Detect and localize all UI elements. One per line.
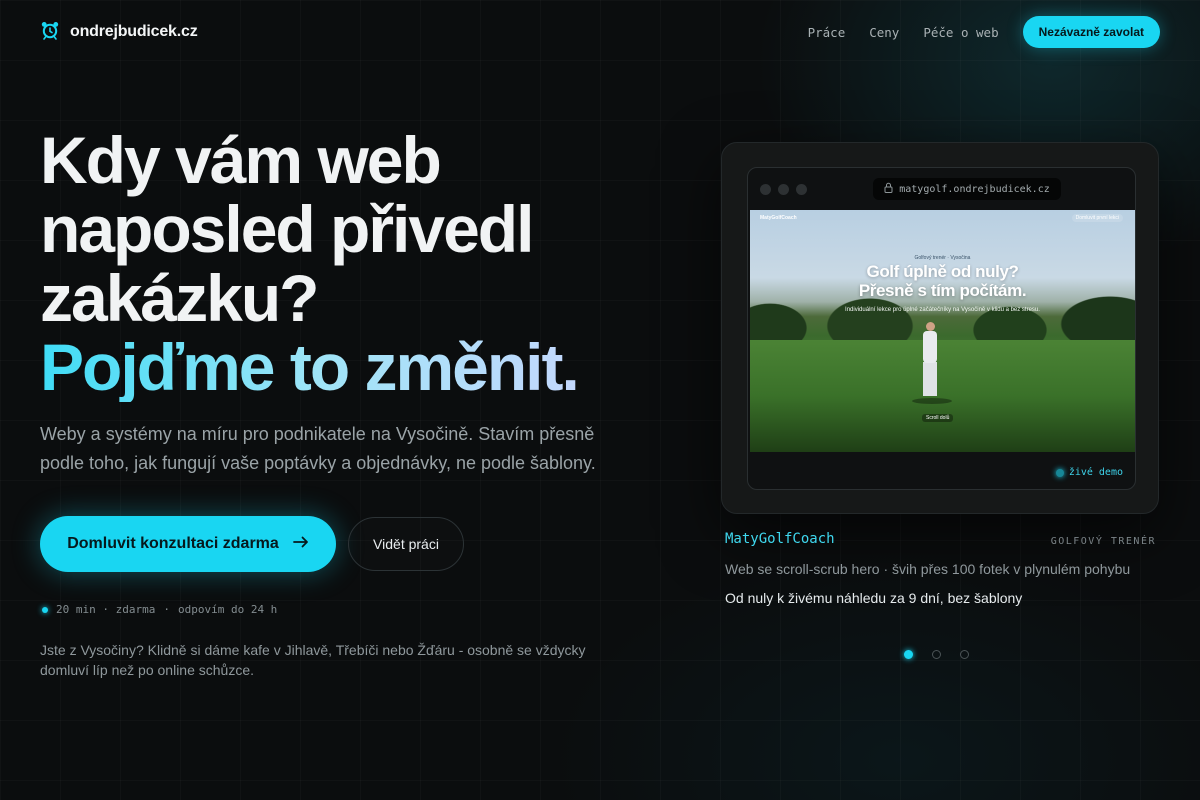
window-dot: [760, 184, 771, 195]
window-dot: [778, 184, 789, 195]
carousel-dot[interactable]: [932, 650, 941, 659]
carousel-dot[interactable]: [904, 650, 913, 659]
site-header: ondrejbudicek.cz Práce Ceny Péče o web N…: [0, 0, 1200, 64]
main-nav: Práce Ceny Péče o web Nezávazně zavolat: [808, 16, 1160, 48]
preview-cta: Domluvit první lekci: [1071, 214, 1123, 222]
meta-duration: 20 min · zdarma: [56, 603, 156, 616]
project-category: GOLFOVÝ TRENÉR: [1050, 536, 1156, 547]
preview-scroll-button: Scroll dolů: [922, 414, 954, 422]
live-dot: [1055, 468, 1064, 477]
arrow-right-icon: [292, 535, 309, 553]
project-showcase-card[interactable]: matygolf.ondrejbudicek.cz MatyGolfCoach …: [721, 142, 1159, 514]
consultation-meta: 20 min · zdarma · odpovím do 24 h: [42, 603, 277, 616]
preview-kicker: Golfový trenér · Vysočina: [914, 255, 971, 261]
golfer-figure: [912, 322, 952, 404]
window-controls: [760, 184, 807, 195]
book-consultation-label: Domluvit konzultaci zdarma: [67, 535, 279, 552]
lock-icon: [884, 182, 893, 196]
hero-title-line-2: naposled přivedl: [40, 192, 534, 266]
hero-title-line-1: Kdy vám web: [40, 123, 442, 197]
hero-title: Kdy vám web naposled přivedl zakázku? Po…: [40, 126, 660, 402]
site-preview-screenshot[interactable]: MatyGolfCoach Domluvit první lekci Golfo…: [750, 210, 1135, 452]
local-meeting-note: Jste z Vysočiny? Klidně si dáme kafe v J…: [40, 642, 586, 678]
browser-toolbar: matygolf.ondrejbudicek.cz: [748, 168, 1135, 210]
project-name[interactable]: MatyGolfCoach: [725, 531, 835, 547]
nav-link-ceny[interactable]: Ceny: [869, 25, 899, 40]
hero-title-line-3: zakázku?: [40, 261, 319, 335]
hero-title-accent: Pojďme to změnit.: [40, 333, 660, 402]
url-text: matygolf.ondrejbudicek.cz: [899, 183, 1050, 195]
nav-link-pece-o-web[interactable]: Péče o web: [923, 25, 998, 40]
book-consultation-button[interactable]: Domluvit konzultaci zdarma: [40, 516, 336, 572]
call-cta-button[interactable]: Nezávazně zavolat: [1022, 16, 1160, 48]
live-demo-badge[interactable]: živé demo: [1055, 467, 1123, 478]
meta-separator: ·: [163, 603, 170, 616]
carousel-dots: [904, 650, 969, 659]
meta-response: odpovím do 24 h: [177, 603, 278, 616]
browser-mockup: matygolf.ondrejbudicek.cz MatyGolfCoach …: [747, 167, 1136, 490]
preview-brand: MatyGolfCoach: [760, 215, 797, 221]
hero-subtitle: Weby a systémy na míru pro podnikatele n…: [40, 424, 596, 473]
window-dot: [796, 184, 807, 195]
live-demo-label: živé demo: [1068, 467, 1123, 478]
alarm-clock-icon: [40, 20, 60, 45]
nav-link-prace[interactable]: Práce: [808, 25, 846, 40]
preview-title: Golf úplně od nuly? Přesně s tím počítám…: [858, 262, 1027, 300]
site-name: ondrejbudicek.cz: [70, 23, 198, 40]
logo[interactable]: ondrejbudicek.cz: [40, 20, 198, 45]
carousel-dot[interactable]: [960, 650, 969, 659]
preview-description: Individuální lekce pro úplné začátečníky…: [845, 307, 1040, 313]
status-dot: [42, 606, 48, 613]
preview-grass: [750, 340, 1135, 452]
project-description: Web se scroll-scrub hero · švih přes 100…: [725, 561, 1131, 577]
project-result: Od nuly k živému náhledu za 9 dní, bez š…: [725, 590, 1023, 606]
see-work-button[interactable]: Vidět práci: [348, 517, 464, 571]
url-bar[interactable]: matygolf.ondrejbudicek.cz: [873, 178, 1061, 200]
